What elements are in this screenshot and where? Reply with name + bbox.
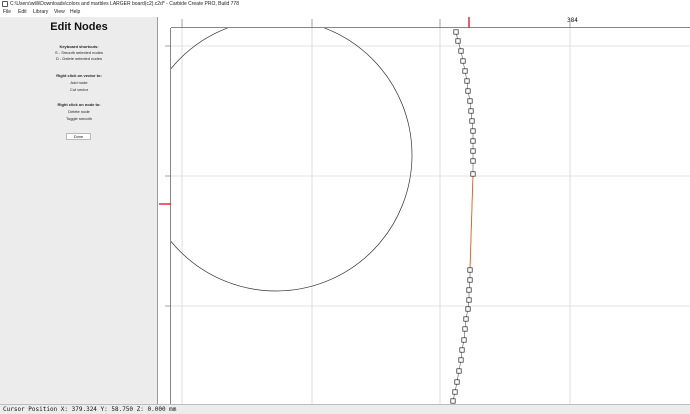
vector-node[interactable] <box>470 138 476 144</box>
vector-node[interactable] <box>465 88 471 94</box>
vector-node[interactable] <box>452 389 458 395</box>
vector-node[interactable] <box>458 357 464 363</box>
vector-node[interactable] <box>470 171 476 177</box>
vector-node[interactable] <box>469 118 475 124</box>
vector-node[interactable] <box>458 48 464 54</box>
top-ruler-ticks <box>181 19 571 28</box>
vector-node[interactable] <box>467 277 473 283</box>
grid-lines <box>171 28 690 404</box>
vector-node[interactable] <box>455 38 461 44</box>
left-ruler-ticks <box>165 45 171 307</box>
vector-node[interactable] <box>470 158 476 164</box>
vector-node[interactable] <box>459 347 465 353</box>
vector-node[interactable] <box>462 326 468 332</box>
vector-node[interactable] <box>467 267 473 273</box>
selected-segment[interactable] <box>469 173 474 271</box>
vector-node[interactable] <box>468 108 474 114</box>
vector-node[interactable] <box>465 306 471 312</box>
vector-node[interactable] <box>462 68 468 74</box>
vector-node[interactable] <box>470 148 476 154</box>
canvas-drawing <box>140 17 690 404</box>
vector-node[interactable] <box>466 297 472 303</box>
vector-node[interactable] <box>460 58 466 64</box>
vector-node[interactable] <box>456 368 462 374</box>
circle-vector[interactable] <box>140 19 413 292</box>
cursor-position-readout: Cursor Position X: 379.324 Y: 58.750 Z: … <box>3 406 177 413</box>
vector-node[interactable] <box>450 398 456 404</box>
vector-node[interactable] <box>463 316 469 322</box>
vector-node[interactable] <box>467 98 473 104</box>
vector-node[interactable] <box>454 379 460 385</box>
vector-node[interactable] <box>453 29 459 35</box>
status-bar: Cursor Position X: 379.324 Y: 58.750 Z: … <box>0 404 690 414</box>
vector-node[interactable] <box>470 128 476 134</box>
selected-vector-path[interactable] <box>452 31 474 402</box>
vector-node[interactable] <box>464 78 470 84</box>
vector-node[interactable] <box>466 287 472 293</box>
vector-node[interactable] <box>461 337 467 343</box>
